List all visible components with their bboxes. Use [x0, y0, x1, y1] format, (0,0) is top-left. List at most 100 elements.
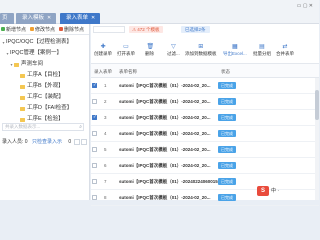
- plus-icon: ✚: [100, 44, 106, 50]
- add-to-template-button[interactable]: ⊞ 添加到数据模板: [185, 44, 217, 57]
- database-icon: ⊞: [198, 44, 204, 50]
- tree-node-label: 工序D【FAI检查】: [27, 105, 73, 111]
- delete-icon: [59, 27, 64, 31]
- form-name: sutomi【IPQC首次模板（01）-2024-02_20...: [119, 195, 211, 200]
- close-icon[interactable]: ✕: [91, 15, 95, 21]
- tree-node-label: 工序B【外观】: [27, 83, 64, 89]
- row-number: 3: [104, 115, 107, 120]
- secondary-count: 0: [68, 139, 72, 145]
- edit-node-button[interactable]: 修改节点: [30, 26, 55, 33]
- row-checkbox[interactable]: [92, 131, 97, 136]
- table-row[interactable]: 6 sutomi【IPQC首次模板（01）-2024-02_20... 已完成: [91, 158, 319, 174]
- left-tree-panel: 新增节点 修改节点 删除节点 ▾ IPQC/OQC【过程检测表】 ▾ IPQC管理【…: [0, 24, 90, 200]
- tree-view: ▾ IPQC/OQC【过程检测表】 ▾ IPQC管理【案例一】 ▾ 声测车间 工序A【…: [0, 35, 89, 125]
- filter-link[interactable]: 只检查录入示: [32, 139, 62, 145]
- filter-button[interactable]: ▽ 过滤...: [167, 44, 180, 57]
- toolbar-label: 打开表单: [117, 51, 135, 56]
- search-icon[interactable]: ⌕: [79, 124, 82, 130]
- tab-home[interactable]: 页: [0, 13, 14, 24]
- toolbar-label: 过滤...: [167, 51, 180, 56]
- row-checkbox[interactable]: [92, 114, 97, 120]
- form-name: sutomi【IPQC首次模板（01）-2024-02_20...: [119, 83, 211, 88]
- tree-search-input[interactable]: 共录入数据表示... ⌕: [2, 123, 84, 131]
- row-number: 6: [104, 163, 107, 168]
- export-excel-button[interactable]: ▦ 导出Excel...: [223, 44, 247, 57]
- table-row[interactable]: 3 sutomi【IPQC首次模板（01）-2024-02_20... 已完成: [91, 110, 319, 126]
- table-row[interactable]: 5 sutomi【IPQC首次模板（01）-2024-02_20... 已完成: [91, 142, 319, 158]
- column-header[interactable]: 录入表单: [94, 69, 112, 75]
- folder-icon: [20, 106, 25, 111]
- close-icon[interactable]: ✕: [47, 15, 51, 21]
- tree-node-label: 工序C【装配】: [27, 94, 64, 100]
- vertical-scrollbar[interactable]: [315, 78, 319, 200]
- status-badge: 已完成: [218, 194, 236, 201]
- filter-input[interactable]: [93, 26, 125, 33]
- page-next-button[interactable]: [80, 138, 87, 145]
- table-row[interactable]: 7 sutomi【IPQC首次模板（01）-20240224060015... 已完…: [91, 174, 319, 190]
- page-prev-button[interactable]: [73, 138, 80, 145]
- row-checkbox[interactable]: [92, 82, 97, 88]
- open-form-button[interactable]: ▭ 打开表单: [117, 44, 135, 57]
- tab-label: 录入表单: [66, 15, 89, 21]
- template-count-badge: ⚠ 472 个模板: [129, 26, 163, 33]
- tab-record-form[interactable]: 录入表单 ✕: [60, 13, 100, 24]
- group-icon: ▤: [259, 44, 265, 50]
- delete-button[interactable]: 🗑 删除: [145, 44, 154, 57]
- table-row[interactable]: 8 sutomi【IPQC首次模板（01）-2024-02_20... 已完成: [91, 190, 319, 206]
- status-badge: 已完成: [218, 130, 236, 137]
- tree-node[interactable]: ▾ IPQC/OQC【过程检测表】: [0, 37, 89, 48]
- tab-label: 页: [2, 15, 8, 21]
- row-number: 8: [104, 195, 107, 200]
- form-name: sutomi【IPQC首次模板（01）-2024-02_20...: [119, 99, 211, 104]
- trash-icon: 🗑: [146, 44, 155, 50]
- table-row[interactable]: 2 sutomi【IPQC首次模板（01）-2024-02_20... 已完成: [91, 94, 319, 110]
- delete-node-button[interactable]: 删除节点: [59, 26, 84, 33]
- status-badge: 已完成: [218, 114, 236, 121]
- action-toolbar: ✚ 创建录单 ▭ 打开表单 🗑 删除 ▽ 过滤... ⊞ 添加到数据模板 ▦ 导出Excel…: [91, 44, 319, 64]
- batch-group-button[interactable]: ▤ 批量分组: [253, 44, 271, 57]
- filter-icon: ▽: [171, 44, 176, 50]
- form-name: sutomi【IPQC首次模板（01）-20240224060015...: [119, 179, 222, 184]
- status-badge: 已完成: [218, 162, 236, 169]
- tree-node-label: 工序A【目检】: [27, 72, 64, 78]
- tree-node[interactable]: 工序A【目检】: [0, 70, 89, 81]
- ime-label: 中 ·: [271, 188, 280, 194]
- table-row[interactable]: 4 sutomi【IPQC首次模板（01）-2024-02_20... 已完成: [91, 126, 319, 142]
- tree-node[interactable]: 工序C【装配】: [0, 92, 89, 103]
- tree-node[interactable]: ▾ IPQC管理【案例一】: [0, 48, 89, 59]
- column-header[interactable]: 表单名称: [119, 69, 137, 75]
- toolbar-label: 删除: [145, 51, 154, 56]
- tree-node[interactable]: 工序B【外观】: [0, 81, 89, 92]
- status-badge: 已完成: [218, 178, 236, 185]
- tree-node-label: 声测车间: [21, 61, 44, 67]
- tree-node[interactable]: 工序D【FAI检查】: [0, 103, 89, 114]
- folder-icon: [20, 73, 25, 78]
- ime-indicator[interactable]: 中 ·: [271, 187, 279, 194]
- tree-node-label: IPQC管理【案例一】: [10, 50, 62, 56]
- row-number: 4: [104, 131, 107, 136]
- main-panel: ⚠ 472 个模板 已选择2条 ✚ 创建录单 ▭ 打开表单 🗑 删除 ▽ 过滤... ⊞…: [91, 24, 319, 206]
- merge-form-button[interactable]: ⇄ 合并表单: [276, 44, 294, 57]
- left-footer: 录入人员: 0 只检查录入示 0: [0, 137, 90, 147]
- ime-logo-icon[interactable]: S: [257, 186, 269, 196]
- form-name: sutomi【IPQC首次模板（01）-2024-02_20...: [119, 131, 211, 136]
- create-form-button[interactable]: ✚ 创建录单: [94, 44, 112, 57]
- folder-icon: [20, 117, 25, 122]
- tree-node[interactable]: ▾ 声测车间: [0, 59, 89, 70]
- window-controls[interactable]: ▭ ▢ ✕: [297, 3, 313, 9]
- row-checkbox[interactable]: [92, 195, 97, 200]
- row-checkbox[interactable]: [92, 179, 97, 184]
- column-header[interactable]: 状态: [221, 69, 230, 75]
- scrollbar-thumb[interactable]: [315, 90, 319, 120]
- tab-record-template[interactable]: 录入模板 ✕: [16, 13, 56, 24]
- row-checkbox[interactable]: [92, 163, 97, 168]
- row-checkbox[interactable]: [92, 99, 97, 104]
- edit-node-label: 修改节点: [35, 26, 56, 33]
- row-checkbox[interactable]: [92, 147, 97, 152]
- forms-table: 录入表单 表单名称 状态 1 sutomi【IPQC首次模板（01）-2024-0…: [91, 64, 319, 206]
- add-node-button[interactable]: 新增节点: [1, 26, 26, 33]
- table-row[interactable]: 1 sutomi【IPQC首次模板（01）-2024-02_20... 已完成: [91, 78, 319, 94]
- selection-badge: 已选择2条: [181, 26, 210, 33]
- tab-bar: 页 录入模板 ✕ 录入表单 ✕ ▭ ▢ ✕: [0, 0, 319, 24]
- search-placeholder: 共录入数据表示...: [5, 124, 41, 129]
